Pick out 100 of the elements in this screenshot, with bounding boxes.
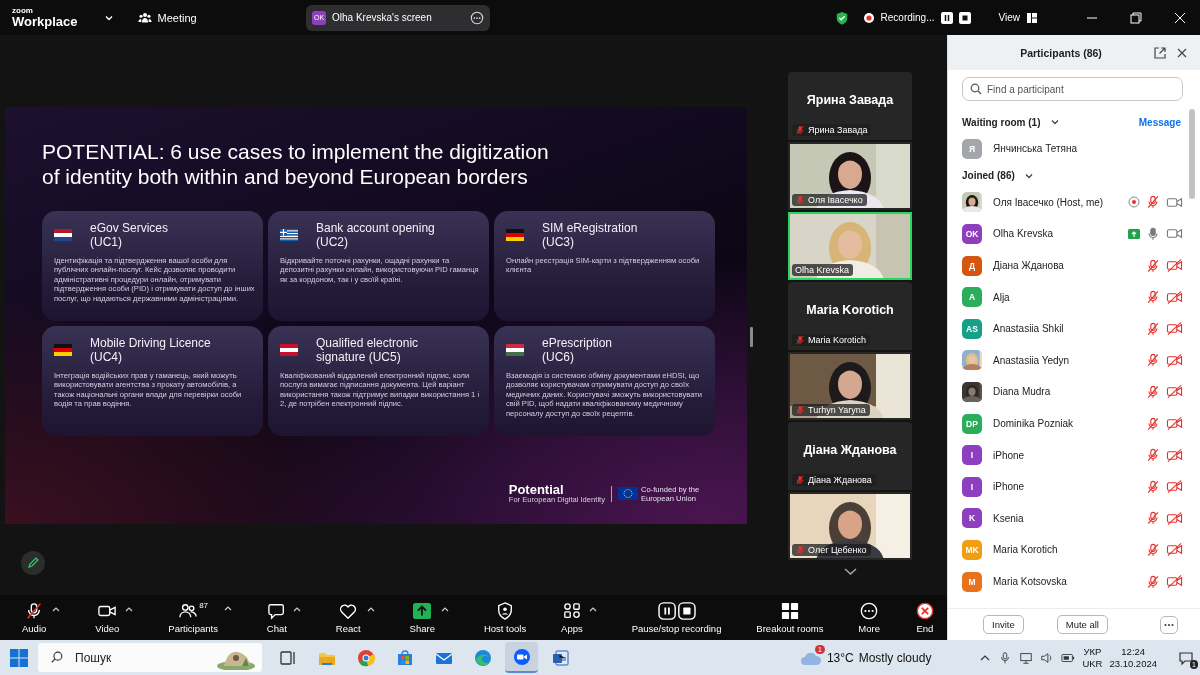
toolbar-button[interactable]: More xyxy=(858,601,880,634)
participant-name[interactable]: Dominika Pozniak xyxy=(993,418,1135,430)
camera-off-icon[interactable] xyxy=(1166,352,1183,368)
taskbar-search-field[interactable]: Пошук xyxy=(38,643,262,672)
language-indicator[interactable]: УКР UKR xyxy=(1082,645,1103,670)
participant-name[interactable]: iPhone xyxy=(993,449,1135,461)
participant-name[interactable]: Anastasiia Yedyn xyxy=(993,354,1135,366)
muted-mic-icon[interactable] xyxy=(1146,448,1160,463)
annotate-button[interactable] xyxy=(21,551,45,575)
muted-mic-icon[interactable] xyxy=(1146,542,1160,557)
initials-avatar: M xyxy=(962,571,982,592)
layout-icon[interactable] xyxy=(1026,11,1038,24)
caret-icon[interactable] xyxy=(125,605,134,612)
muted-mic-icon[interactable] xyxy=(1146,258,1160,273)
section-header[interactable]: Joined (86) xyxy=(962,170,1015,182)
camera-off-icon[interactable] xyxy=(1166,574,1183,589)
restore-icon[interactable] xyxy=(1130,11,1142,24)
camera-off-icon[interactable] xyxy=(1166,510,1183,526)
close-icon[interactable] xyxy=(1176,46,1188,59)
muted-mic-icon[interactable] xyxy=(1146,290,1160,305)
camera-off-icon[interactable] xyxy=(1166,321,1183,337)
mic-icon[interactable] xyxy=(1146,227,1160,241)
taskbar-app[interactable] xyxy=(505,642,538,673)
toolbar-button[interactable]: Audio xyxy=(22,601,47,634)
pop-out-icon[interactable] xyxy=(1154,46,1166,59)
camera-off-icon[interactable] xyxy=(1166,542,1183,558)
camera-off-icon[interactable] xyxy=(1166,289,1183,305)
network-icon[interactable] xyxy=(1019,650,1034,665)
weather-condition[interactable]: Mostly cloudy xyxy=(858,650,932,665)
section-header[interactable]: Waiting room (1) xyxy=(962,116,1041,128)
shield-check-icon[interactable] xyxy=(834,10,849,25)
video-tile[interactable]: Turhyn Yaryna xyxy=(788,352,912,420)
camera-off-icon[interactable] xyxy=(1166,384,1183,400)
participant-name[interactable]: Diana Mudra xyxy=(993,386,1135,398)
people-icon[interactable] xyxy=(137,10,152,25)
view-button[interactable]: View xyxy=(998,12,1020,23)
start-icon[interactable] xyxy=(9,647,29,668)
participant-name[interactable]: Anastasiia Shkil xyxy=(993,323,1135,335)
initials-avatar: DP xyxy=(962,413,982,434)
toolbar-button[interactable]: End xyxy=(914,601,935,634)
participant-name[interactable]: Оля Івасечко (Host, me) xyxy=(993,196,1117,208)
message-link[interactable]: Message xyxy=(1138,116,1181,128)
temperature[interactable]: 13°C xyxy=(826,650,854,665)
camera-off-icon[interactable] xyxy=(1166,447,1183,463)
more-icon[interactable] xyxy=(470,10,484,25)
caret-icon[interactable] xyxy=(588,605,597,612)
caret-icon[interactable] xyxy=(292,605,301,612)
shield-icon xyxy=(495,601,515,620)
camera-off-icon[interactable] xyxy=(1166,479,1183,495)
video-tile[interactable]: Оля Івасечко xyxy=(788,142,912,210)
stop-icon[interactable] xyxy=(958,11,971,24)
participant-name[interactable]: Діана Жданова xyxy=(993,260,1135,272)
muted-mic-icon[interactable] xyxy=(1146,511,1160,526)
video-tile[interactable]: Олег Цебенко xyxy=(788,492,912,560)
muted-mic-icon[interactable] xyxy=(1146,574,1160,589)
toolbar-button[interactable]: 87 Participants xyxy=(168,601,218,634)
notification-icon[interactable] xyxy=(1178,649,1194,666)
name-tile[interactable]: Ярина Завада Ярина Завада xyxy=(788,72,912,140)
participant-name[interactable]: Янчинська Тетяна xyxy=(993,143,1183,155)
toolbar-button[interactable]: Video xyxy=(95,601,120,634)
participant-name[interactable]: Ksenia xyxy=(993,512,1135,524)
caret-icon[interactable] xyxy=(366,605,375,612)
muted-mic-icon[interactable] xyxy=(1146,479,1160,494)
caret-icon[interactable] xyxy=(440,605,449,612)
participant-count: 87 xyxy=(199,601,209,610)
participant-name[interactable]: Alja xyxy=(993,291,1135,303)
muted-mic-icon[interactable] xyxy=(1146,353,1160,368)
caret-icon[interactable] xyxy=(223,605,232,611)
name-tile[interactable]: Діана Жданова Діана Жданова xyxy=(788,422,912,490)
search-field[interactable]: Find a participant xyxy=(962,77,1183,101)
participant-name[interactable]: iPhone xyxy=(993,481,1135,493)
toolbar-button[interactable]: Share xyxy=(409,601,435,634)
pause-icon[interactable] xyxy=(940,11,953,24)
toolbar-button[interactable]: Apps xyxy=(561,601,583,634)
chevron-down-icon[interactable] xyxy=(1049,117,1060,127)
caret-icon[interactable] xyxy=(52,605,61,612)
camera-off-icon[interactable] xyxy=(1166,258,1183,274)
chevron-down-icon[interactable] xyxy=(844,567,857,576)
camera-off-icon[interactable] xyxy=(1166,416,1183,432)
toolbar-button[interactable]: Host tools xyxy=(483,601,527,634)
heart-icon xyxy=(338,601,359,620)
toolbar-button[interactable]: Breakout rooms xyxy=(756,601,824,634)
participant-name[interactable]: Maria Korotich xyxy=(993,544,1135,556)
toolbar-button[interactable]: React xyxy=(335,601,361,634)
invite-button[interactable]: Invite xyxy=(983,615,1024,634)
more-button[interactable] xyxy=(1160,615,1178,634)
mute-all-button[interactable]: Mute all xyxy=(1056,615,1108,634)
participant-name[interactable]: Maria Kotsovska xyxy=(993,576,1135,587)
toolbar-button[interactable]: Pause/stop recording xyxy=(631,601,722,634)
meeting-label[interactable]: Meeting xyxy=(157,11,197,24)
muted-mic-icon[interactable] xyxy=(1146,384,1160,399)
muted-mic-icon[interactable] xyxy=(1146,416,1160,431)
participant-name[interactable]: Olha Krevska xyxy=(993,228,1117,240)
muted-mic-icon[interactable] xyxy=(1146,195,1160,210)
name-tile[interactable]: Maria Korotich Maria Korotich xyxy=(788,282,912,350)
clock[interactable]: 12:24 23.10.2024 xyxy=(1109,645,1157,670)
toolbar-button[interactable]: Chat xyxy=(266,601,287,634)
muted-mic-icon[interactable] xyxy=(1146,321,1160,336)
resize-handle[interactable] xyxy=(750,327,753,347)
video-tile[interactable]: Olha Krevska xyxy=(788,212,912,280)
